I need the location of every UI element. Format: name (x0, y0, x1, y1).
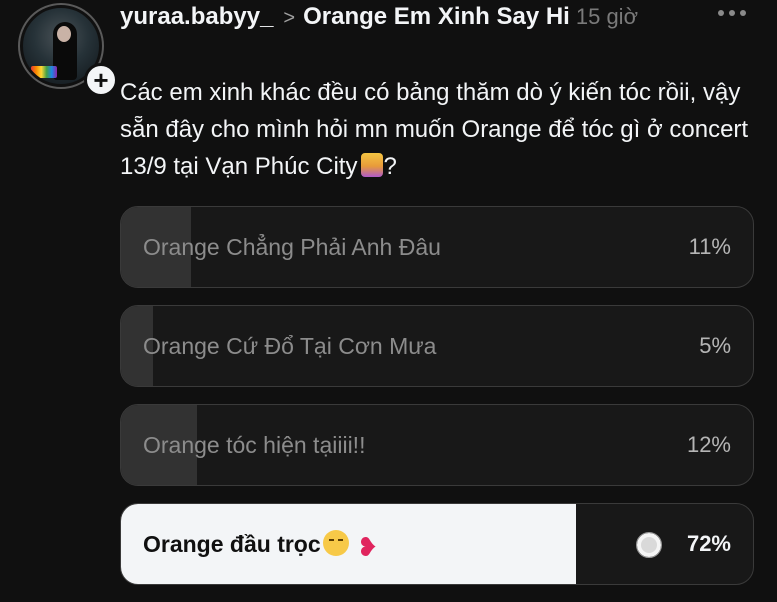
poll-option-2[interactable]: Orange Cứ Đổ Tại Cơn Mưa 5% (120, 305, 754, 387)
poll-option-1[interactable]: Orange Chẳng Phải Anh Đâu 11% (120, 206, 754, 288)
post-timestamp: 15 giờ (575, 4, 638, 29)
poll-option-3[interactable]: Orange tóc hiện tạiiii!! 12% (120, 404, 754, 486)
community-link[interactable]: Orange Em Xinh Say Hi (303, 3, 570, 30)
more-horizontal-icon[interactable] (718, 10, 746, 16)
poll-option-label-text: Orange đầu trọc (143, 531, 321, 557)
poll-option-label: Orange Cứ Đổ Tại Cơn Mưa (143, 333, 437, 359)
poll-option-label: Orange đầu trọc ❥ (143, 504, 385, 584)
username-link[interactable]: yuraa.babyy_ (120, 3, 273, 30)
more-dot (718, 10, 724, 16)
check-circle-icon (636, 532, 662, 558)
poll-option-label: Orange tóc hiện tạiiii!! (143, 432, 366, 458)
author-avatar-container[interactable]: + (18, 3, 118, 97)
more-dot (740, 10, 746, 16)
post-header: yuraa.babyy_ > Orange Em Xinh Say Hi 15 giờ (120, 2, 680, 33)
dancing-woman-emoji-icon (361, 153, 384, 177)
avatar-face (57, 26, 71, 42)
avatar-rainbow-badge (31, 66, 57, 78)
chevron-right-icon: > (283, 7, 296, 29)
more-dot (729, 10, 735, 16)
post-text: Các em xinh khác đều có bảng thăm dò ý k… (120, 74, 750, 185)
poll-option-percent: 12% (686, 432, 731, 457)
poll-option-4-selected[interactable]: Orange đầu trọc ❥ 72% (120, 503, 754, 585)
poll: Orange Chẳng Phải Anh Đâu 11% Orange Cứ … (120, 206, 754, 602)
poll-option-percent: 11% (688, 234, 731, 259)
poll-option-percent: 5% (699, 333, 731, 358)
poll-option-label: Orange Chẳng Phải Anh Đâu (143, 234, 441, 260)
broken-heart-emoji-icon: ❥ (356, 532, 379, 562)
post-body-end: ? (383, 153, 397, 180)
poll-option-percent: 72% (686, 531, 731, 556)
pensive-face-emoji-icon (322, 530, 349, 556)
follow-plus-icon[interactable]: + (84, 63, 118, 97)
post-body: Các em xinh khác đều có bảng thăm dò ý k… (120, 79, 749, 180)
